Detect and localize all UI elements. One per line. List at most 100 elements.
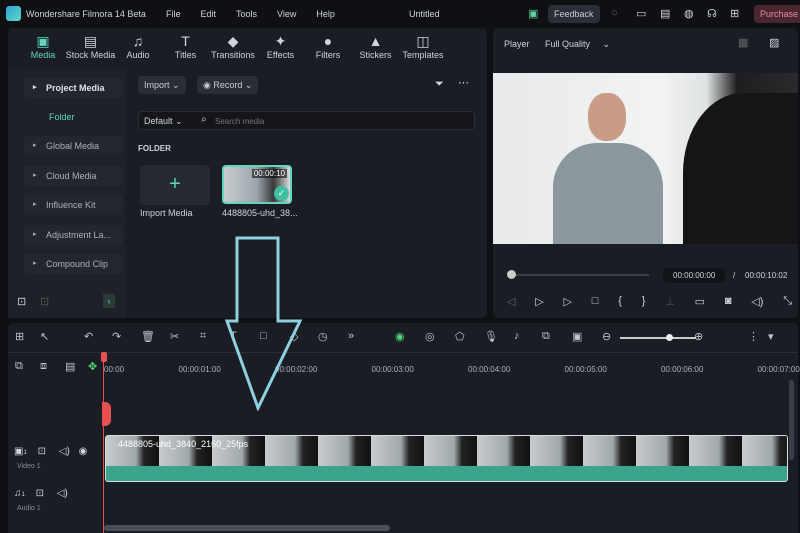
quality-dropdown[interactable]: Full Quality ⌄: [545, 39, 610, 50]
tab-effects[interactable]: ✦ Effects: [256, 32, 306, 60]
import-dropdown[interactable]: Import ⌄: [138, 76, 186, 94]
multi-select-icon[interactable]: ⊞: [15, 330, 24, 343]
zoom-slider[interactable]: [620, 337, 696, 339]
mark-out-icon[interactable]: }: [642, 295, 646, 308]
camera-icon[interactable]: ◙: [725, 295, 732, 308]
horizontal-scrollbar[interactable]: [104, 525, 390, 531]
ai-icon[interactable]: ◉: [395, 330, 405, 343]
lock-icon[interactable]: ⊡: [38, 446, 46, 457]
new-folder-icon[interactable]: ⊡: [17, 295, 26, 308]
crop-icon[interactable]: ⌗: [200, 330, 206, 343]
tab-titles[interactable]: T Titles: [161, 32, 211, 60]
tab-stickers[interactable]: ▲ Stickers: [351, 32, 401, 60]
record-dropdown[interactable]: ◉ Record ⌄: [197, 76, 259, 94]
menu-file[interactable]: File: [166, 9, 181, 19]
mark-in-icon[interactable]: {: [618, 295, 622, 308]
video-clip[interactable]: 4488805-uhd_3840_2160_25fps: [105, 435, 788, 482]
audio-mix-icon[interactable]: ♪: [514, 330, 520, 342]
delete-folder-icon[interactable]: ⊡: [40, 295, 49, 308]
apps-grid-icon[interactable]: ⊞: [730, 7, 739, 20]
microphone-icon[interactable]: 🎙: [484, 330, 498, 343]
prev-frame-icon[interactable]: ◁: [507, 295, 515, 308]
undo-icon[interactable]: ↶: [84, 330, 93, 343]
delete-icon[interactable]: 🗑: [141, 330, 155, 343]
link-icon[interactable]: ⧈: [40, 360, 47, 373]
sidebar-item-influence-kit[interactable]: Influence Kit: [24, 195, 123, 215]
save-icon[interactable]: ▤: [660, 7, 670, 20]
add-track-icon[interactable]: ⧉: [15, 360, 23, 373]
purchase-button[interactable]: Purchase: [754, 5, 800, 23]
menu-tools[interactable]: Tools: [236, 9, 257, 19]
sidebar-item-project-media[interactable]: Project Media: [24, 78, 123, 98]
fit-icon[interactable]: ▣: [572, 330, 582, 343]
cloud-upload-icon[interactable]: ◍: [684, 7, 694, 20]
zoom-slider-handle[interactable]: [666, 334, 673, 341]
filters-icon: ●: [323, 33, 333, 49]
render-icon[interactable]: ◎: [425, 330, 435, 343]
sidebar-item-compound-clip[interactable]: Compound Clip: [24, 254, 123, 274]
vertical-scrollbar[interactable]: [789, 380, 794, 460]
tab-media[interactable]: ▣ Media: [18, 32, 68, 60]
dropdown-icon[interactable]: ▾: [768, 330, 774, 343]
menu-edit[interactable]: Edit: [201, 9, 217, 19]
gift-icon[interactable]: ▣: [528, 7, 538, 20]
replace-icon[interactable]: ⧉: [542, 330, 550, 343]
status-circle-icon[interactable]: ○: [611, 7, 618, 19]
current-time: 00:00:00:00: [663, 268, 726, 283]
collapse-sidebar-button[interactable]: ‹: [103, 294, 115, 308]
ruler-tick-label: 00:00:07:00: [757, 365, 800, 374]
import-media-button[interactable]: +: [140, 165, 210, 205]
tab-audio[interactable]: ♫ Audio: [113, 32, 163, 60]
sidebar-item-global-media[interactable]: Global Media: [24, 136, 123, 156]
layout-columns-icon[interactable]: ⋮: [748, 330, 759, 343]
search-input[interactable]: [215, 114, 465, 128]
sort-dropdown[interactable]: Default ⌄: [144, 116, 183, 127]
sidebar-item-folder[interactable]: Folder: [49, 112, 75, 122]
preview-foreground-person: [683, 93, 798, 244]
snap-icon[interactable]: ✥: [88, 360, 97, 373]
select-tool-icon[interactable]: ↖: [40, 330, 49, 343]
tab-filters[interactable]: ● Filters: [303, 32, 353, 60]
split-track-icon[interactable]: ▤: [65, 360, 75, 373]
fullscreen-icon[interactable]: ⤡: [783, 295, 792, 308]
play-icon[interactable]: ▷: [564, 295, 572, 308]
next-frame-icon[interactable]: ▷: [535, 295, 543, 308]
playback-progress[interactable]: [511, 274, 649, 276]
tab-stock-media[interactable]: ▤ Stock Media: [66, 32, 116, 60]
tab-templates[interactable]: ◫ Templates: [398, 32, 448, 60]
sidebar-item-adjustment-layer[interactable]: Adjustment La...: [24, 225, 123, 245]
more-options-icon[interactable]: ⋯: [458, 76, 469, 89]
more-tools-icon[interactable]: »: [348, 330, 354, 342]
visibility-eye-icon[interactable]: ◉: [79, 446, 88, 457]
redo-icon[interactable]: ↷: [112, 330, 121, 343]
volume-icon[interactable]: ◁): [751, 295, 763, 308]
headset-icon[interactable]: ☊: [707, 7, 717, 20]
stop-icon[interactable]: □: [592, 295, 599, 308]
playhead-tab[interactable]: [102, 402, 111, 426]
layout-icon[interactable]: ▭: [636, 7, 646, 20]
audio-track-icon: ♫: [14, 488, 22, 499]
mute-icon[interactable]: ◁): [59, 446, 70, 457]
marker-icon[interactable]: ⬠: [455, 330, 465, 343]
audio-mute-icon[interactable]: ◁): [57, 488, 68, 499]
snapshot-chart-icon[interactable]: ▨: [769, 36, 779, 49]
feedback-button[interactable]: Feedback: [548, 5, 600, 23]
playhead-handle[interactable]: [507, 270, 516, 279]
zoom-out-icon[interactable]: ⊖: [602, 330, 611, 343]
tab-transitions[interactable]: ◆ Transitions: [208, 32, 258, 60]
playhead-marker[interactable]: [101, 352, 107, 362]
effects-icon: ✦: [274, 33, 287, 49]
speed-icon[interactable]: ◷: [318, 330, 328, 343]
audio-lock-icon[interactable]: ⊡: [36, 488, 44, 499]
cut-icon[interactable]: ✂: [170, 330, 179, 343]
grid-view-icon[interactable]: ▦: [738, 36, 748, 49]
sidebar-item-cloud-media[interactable]: Cloud Media: [24, 166, 123, 186]
menu-help[interactable]: Help: [316, 9, 335, 19]
total-time: 00:00:10:02: [745, 271, 788, 280]
display-icon[interactable]: ▭: [695, 295, 705, 308]
insert-icon[interactable]: ⊥: [665, 295, 675, 308]
playhead-line[interactable]: [103, 352, 104, 533]
media-clip-thumbnail[interactable]: 00:00:10 ✓: [222, 165, 292, 204]
menu-view[interactable]: View: [277, 9, 296, 19]
filter-icon[interactable]: ⏷: [435, 78, 444, 91]
